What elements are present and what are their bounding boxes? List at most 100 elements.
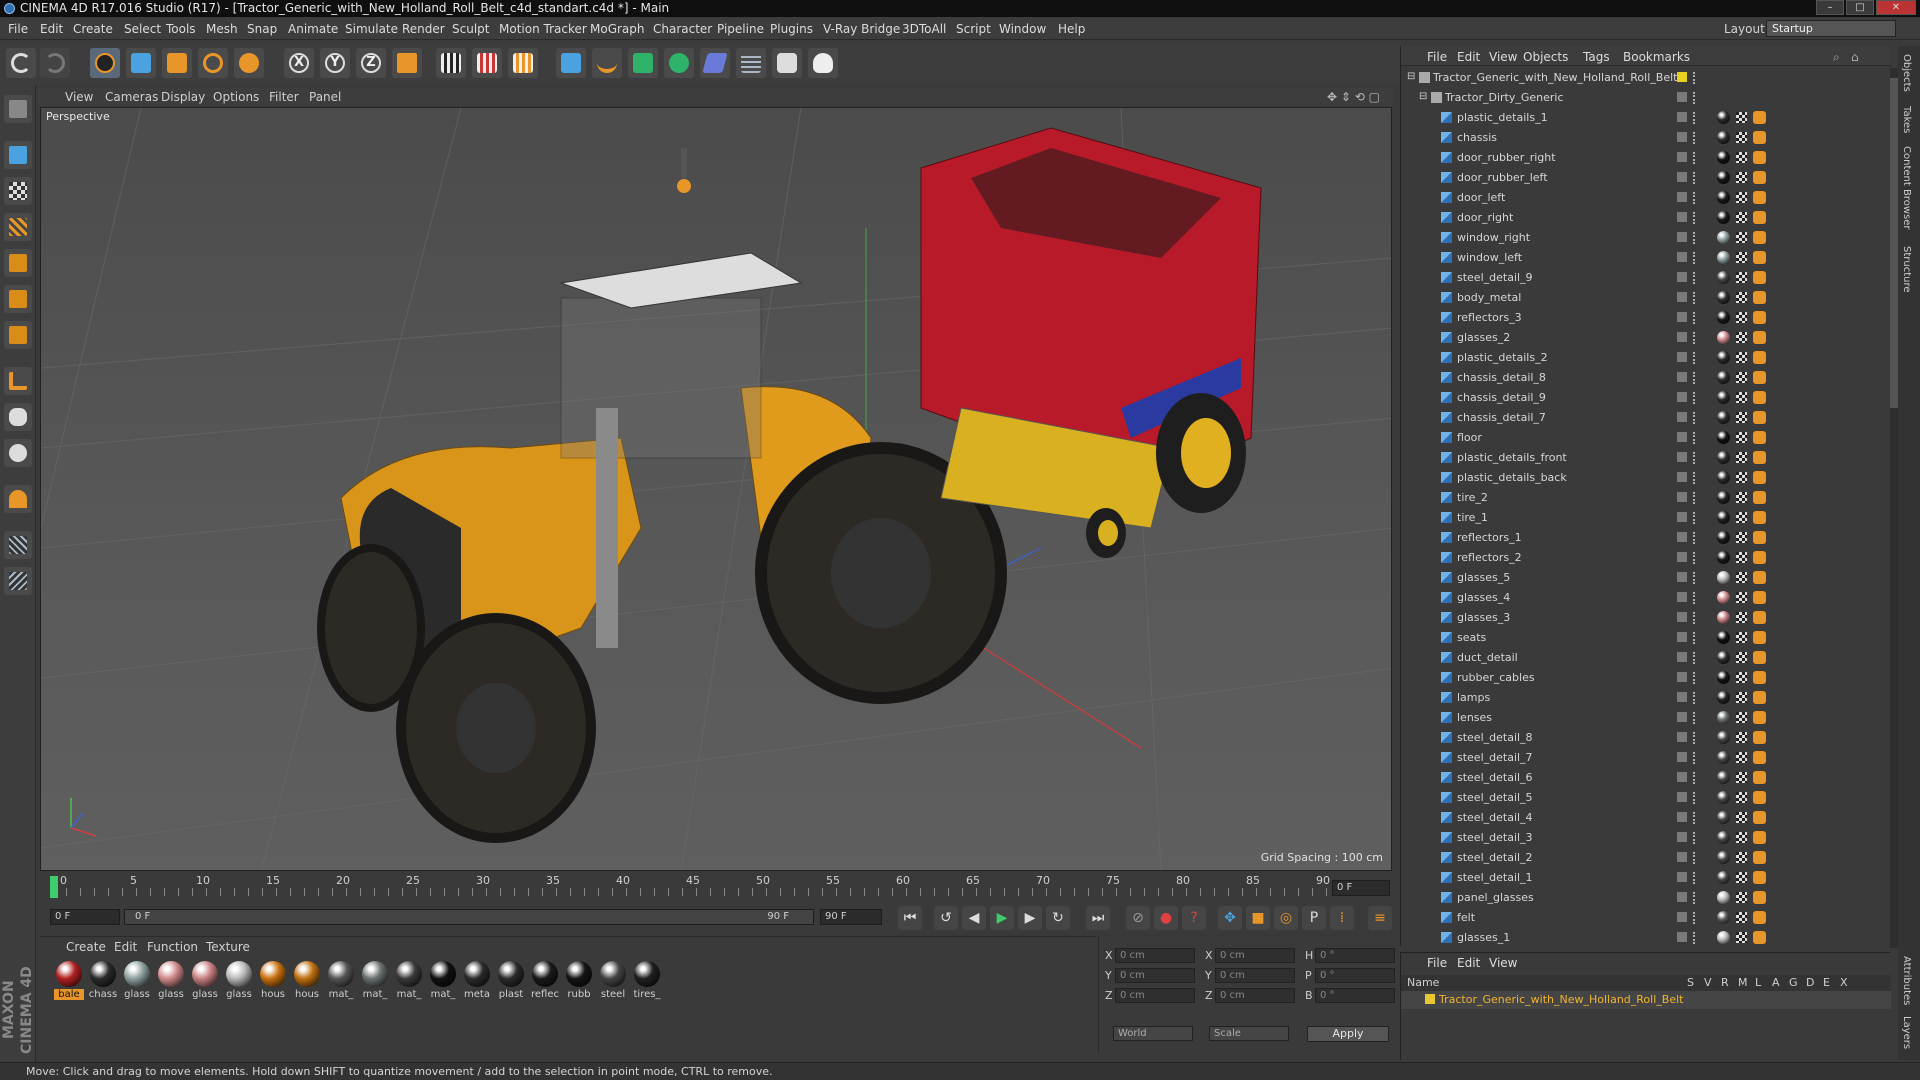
material-tag-icon[interactable]	[1717, 691, 1730, 704]
uvw-tag-icon[interactable]	[1736, 172, 1747, 183]
uvw-tag-icon[interactable]	[1736, 752, 1747, 763]
visibility-dots[interactable]	[1693, 92, 1697, 104]
live-selection-button[interactable]	[90, 48, 120, 78]
transform-tool-button[interactable]	[234, 48, 264, 78]
phong-tag-icon[interactable]	[1753, 211, 1766, 224]
uvw-tag-icon[interactable]	[1736, 332, 1747, 343]
visibility-dots[interactable]	[1693, 872, 1697, 884]
visibility-dots[interactable]	[1693, 812, 1697, 824]
visibility-dots[interactable]	[1693, 132, 1697, 144]
phong-tag-icon[interactable]	[1753, 331, 1766, 344]
side-tab-attributes[interactable]: Attributes	[1901, 956, 1912, 1005]
material-tag-icon[interactable]	[1717, 511, 1730, 524]
uvw-tag-icon[interactable]	[1736, 672, 1747, 683]
objects-menu-edit[interactable]: Edit	[1457, 50, 1480, 64]
material-tag-icon[interactable]	[1717, 711, 1730, 724]
phong-tag-icon[interactable]	[1753, 391, 1766, 404]
phong-tag-icon[interactable]	[1753, 191, 1766, 204]
render-to-picture-viewer-button[interactable]	[472, 48, 502, 78]
phong-tag-icon[interactable]	[1753, 671, 1766, 684]
visibility-dots[interactable]	[1693, 452, 1697, 464]
object-row[interactable]: chassis_detail_7	[1401, 408, 1891, 428]
object-row[interactable]: glasses_2	[1401, 328, 1891, 348]
coord-position-field[interactable]: 0 cm	[1115, 988, 1195, 1003]
key-pla-button[interactable]: ⁞	[1330, 906, 1354, 930]
phong-tag-icon[interactable]	[1753, 891, 1766, 904]
phong-tag-icon[interactable]	[1753, 571, 1766, 584]
phong-tag-icon[interactable]	[1753, 451, 1766, 464]
visibility-dots[interactable]	[1693, 412, 1697, 424]
object-row[interactable]: plastic_details_back	[1401, 468, 1891, 488]
collapse-icon[interactable]: ⊟	[1407, 71, 1415, 82]
phong-tag-icon[interactable]	[1753, 631, 1766, 644]
object-row[interactable]: tire_1	[1401, 508, 1891, 528]
play-button[interactable]: ▶	[990, 906, 1014, 930]
visibility-dots[interactable]	[1693, 832, 1697, 844]
coord-size-field[interactable]: 0 cm	[1215, 948, 1295, 963]
phong-tag-icon[interactable]	[1753, 131, 1766, 144]
material-tag-icon[interactable]	[1717, 271, 1730, 284]
material-swatch[interactable]: mat_	[428, 959, 458, 1005]
phong-tag-icon[interactable]	[1753, 371, 1766, 384]
material-swatch[interactable]: steel	[598, 959, 628, 1005]
layers-menu-view[interactable]: View	[1489, 956, 1517, 970]
uvw-tag-icon[interactable]	[1736, 492, 1747, 503]
objects-menu-objects[interactable]: Objects	[1523, 50, 1568, 64]
size-mode-select[interactable]: Scale	[1209, 1026, 1289, 1041]
phong-tag-icon[interactable]	[1753, 431, 1766, 444]
layers-menu-file[interactable]: File	[1427, 956, 1447, 970]
visibility-dots[interactable]	[1693, 632, 1697, 644]
side-tab-structure[interactable]: Structure	[1901, 246, 1912, 293]
visibility-dots[interactable]	[1693, 892, 1697, 904]
visibility-dots[interactable]	[1693, 72, 1697, 84]
uvw-tag-icon[interactable]	[1736, 932, 1747, 943]
viewport-menu-cameras[interactable]: Cameras	[105, 90, 158, 104]
visibility-dots[interactable]	[1693, 572, 1697, 584]
material-tag-icon[interactable]	[1717, 471, 1730, 484]
phong-tag-icon[interactable]	[1753, 731, 1766, 744]
phong-tag-icon[interactable]	[1753, 851, 1766, 864]
side-tab-content-browser[interactable]: Content Browser	[1901, 146, 1912, 229]
object-row[interactable]: glasses_4	[1401, 588, 1891, 608]
menu-help[interactable]: Help	[1058, 22, 1085, 36]
uvw-tag-icon[interactable]	[1736, 452, 1747, 463]
uvw-tag-icon[interactable]	[1736, 532, 1747, 543]
visibility-dots[interactable]	[1693, 552, 1697, 564]
visibility-dots[interactable]	[1693, 532, 1697, 544]
light-button[interactable]	[808, 48, 838, 78]
material-tag-icon[interactable]	[1717, 411, 1730, 424]
object-row[interactable]: chassis_detail_9	[1401, 388, 1891, 408]
menu-snap[interactable]: Snap	[247, 22, 277, 36]
menu-pipeline[interactable]: Pipeline	[717, 22, 764, 36]
array-button[interactable]	[664, 48, 694, 78]
coord-rotation-field[interactable]: 0 °	[1315, 948, 1395, 963]
uvw-tag-icon[interactable]	[1736, 812, 1747, 823]
material-tag-icon[interactable]	[1717, 751, 1730, 764]
material-tag-icon[interactable]	[1717, 831, 1730, 844]
viewport-nav-icons[interactable]: ✥ ⇕ ⟲ ▢	[1327, 90, 1380, 104]
visibility-dots[interactable]	[1693, 712, 1697, 724]
material-swatch[interactable]: meta	[462, 959, 492, 1005]
material-swatch[interactable]: glass	[156, 959, 186, 1005]
phong-tag-icon[interactable]	[1753, 351, 1766, 364]
object-row[interactable]: steel_detail_5	[1401, 788, 1891, 808]
key-scale-button[interactable]: ■	[1246, 906, 1270, 930]
object-row[interactable]: lamps	[1401, 688, 1891, 708]
next-frame-button[interactable]: ▶	[1018, 906, 1042, 930]
visibility-dots[interactable]	[1693, 352, 1697, 364]
uvw-tag-icon[interactable]	[1736, 232, 1747, 243]
redo-button[interactable]	[40, 48, 70, 78]
object-row[interactable]: rubber_cables	[1401, 668, 1891, 688]
tree-root-row[interactable]: ⊟ Tractor_Generic_with_New_Holland_Roll_…	[1401, 68, 1891, 88]
uvw-tag-icon[interactable]	[1736, 832, 1747, 843]
menu-window[interactable]: Window	[999, 22, 1046, 36]
menu-animate[interactable]: Animate	[288, 22, 338, 36]
phong-tag-icon[interactable]	[1753, 291, 1766, 304]
viewport-menu-panel[interactable]: Panel	[309, 90, 341, 104]
uvw-tag-icon[interactable]	[1736, 712, 1747, 723]
visibility-dots[interactable]	[1693, 852, 1697, 864]
object-row[interactable]: steel_detail_3	[1401, 828, 1891, 848]
visibility-dots[interactable]	[1693, 152, 1697, 164]
phong-tag-icon[interactable]	[1753, 491, 1766, 504]
object-row[interactable]: chassis	[1401, 128, 1891, 148]
